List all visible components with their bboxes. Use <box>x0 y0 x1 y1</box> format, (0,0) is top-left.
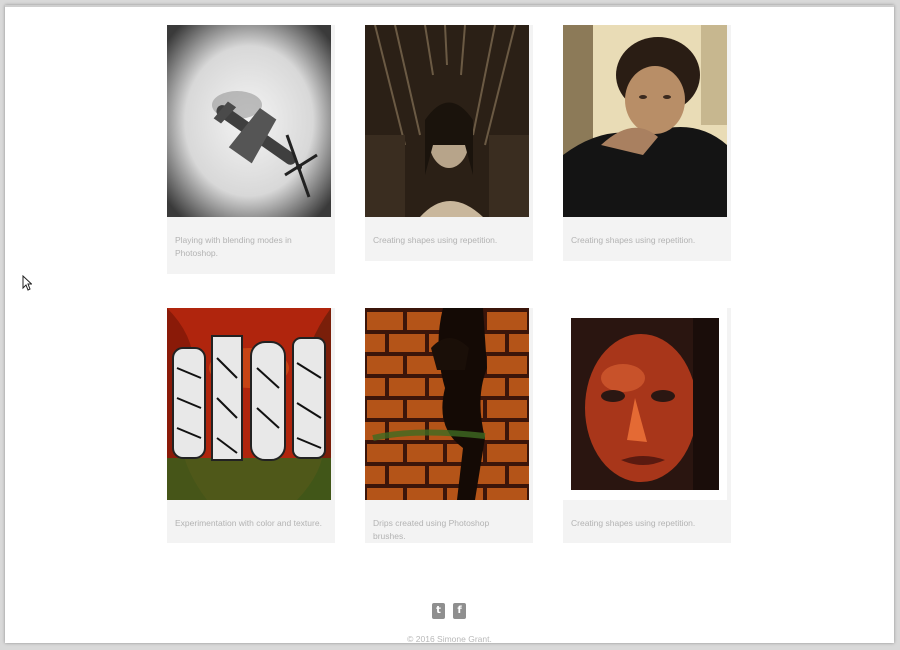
man-throne-image <box>365 25 529 217</box>
gallery-image-4[interactable] <box>167 308 331 500</box>
gallery-card-1[interactable]: Playing with blending modes in Photoshop… <box>167 25 335 274</box>
gallery-card-3[interactable]: Creating shapes using repetition. <box>563 25 731 261</box>
gallery-caption-4: Experimentation with color and texture. <box>175 518 322 528</box>
spitfire-plane-image <box>167 25 331 217</box>
gallery-image-5[interactable] <box>365 308 529 500</box>
gallery-image-6[interactable] <box>563 308 727 500</box>
gallery-image-2[interactable] <box>365 25 529 217</box>
red-face-painting-image <box>563 308 727 500</box>
copyright-text: © 2016 Simone Grant. <box>407 634 492 644</box>
child-portrait-image <box>563 25 727 217</box>
gallery-image-1[interactable] <box>167 25 331 217</box>
gallery-image-3[interactable] <box>563 25 727 217</box>
gallery-caption-6: Creating shapes using repetition. <box>571 518 696 528</box>
gallery-caption-2: Creating shapes using repetition. <box>373 235 498 245</box>
gallery-caption-3: Creating shapes using repetition. <box>571 235 696 245</box>
gallery-card-2[interactable]: Creating shapes using repetition. <box>365 25 533 261</box>
gallery-caption-1: Playing with blending modes in Photoshop… <box>175 235 292 258</box>
gallery-card-4[interactable]: Experimentation with color and texture. <box>167 308 335 543</box>
mouse-cursor-icon <box>22 275 32 291</box>
page-frame: Playing with blending modes in Photoshop… <box>5 5 894 644</box>
gallery-card-5[interactable]: Drips created using Photoshop brushes. <box>365 308 533 543</box>
twitter-icon[interactable]: t <box>432 603 445 619</box>
gallery-card-6[interactable]: Creating shapes using repetition. <box>563 308 731 543</box>
brick-wall-image <box>365 308 529 500</box>
gallery-caption-5: Drips created using Photoshop brushes. <box>373 518 490 541</box>
stop-lettering-image <box>167 308 331 500</box>
facebook-icon[interactable]: f <box>453 603 466 619</box>
